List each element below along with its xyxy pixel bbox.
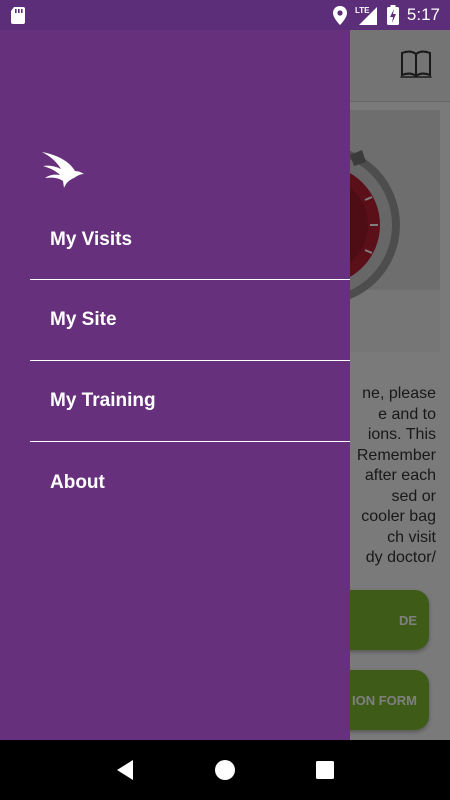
battery-charging-icon	[386, 5, 399, 25]
system-nav-bar	[0, 740, 450, 800]
recents-icon[interactable]	[300, 745, 350, 795]
drawer-item-label: My Visits	[50, 228, 133, 250]
drawer-item-about[interactable]: About	[30, 442, 350, 523]
status-time: 5:17	[406, 5, 440, 24]
status-bar: LTE 5:17	[0, 0, 450, 30]
drawer-item-my-training[interactable]: My Training	[30, 361, 350, 442]
sd-card-icon	[10, 6, 26, 24]
network-label: LTE	[355, 6, 370, 15]
navigation-drawer: My Visits My Site My Training About	[0, 30, 350, 740]
signal-icon: LTE	[355, 5, 379, 25]
back-icon[interactable]	[100, 745, 150, 795]
drawer-item-label: My Training	[50, 390, 156, 411]
home-icon[interactable]	[200, 745, 250, 795]
location-icon	[332, 5, 347, 25]
bird-logo	[40, 150, 86, 195]
drawer-item-my-site[interactable]: My Site	[30, 280, 350, 361]
drawer-item-my-visits[interactable]: My Visits	[30, 200, 350, 280]
drawer-item-label: My Site	[50, 309, 117, 330]
drawer-menu: My Visits My Site My Training About	[30, 200, 350, 523]
drawer-item-label: About	[50, 471, 105, 493]
